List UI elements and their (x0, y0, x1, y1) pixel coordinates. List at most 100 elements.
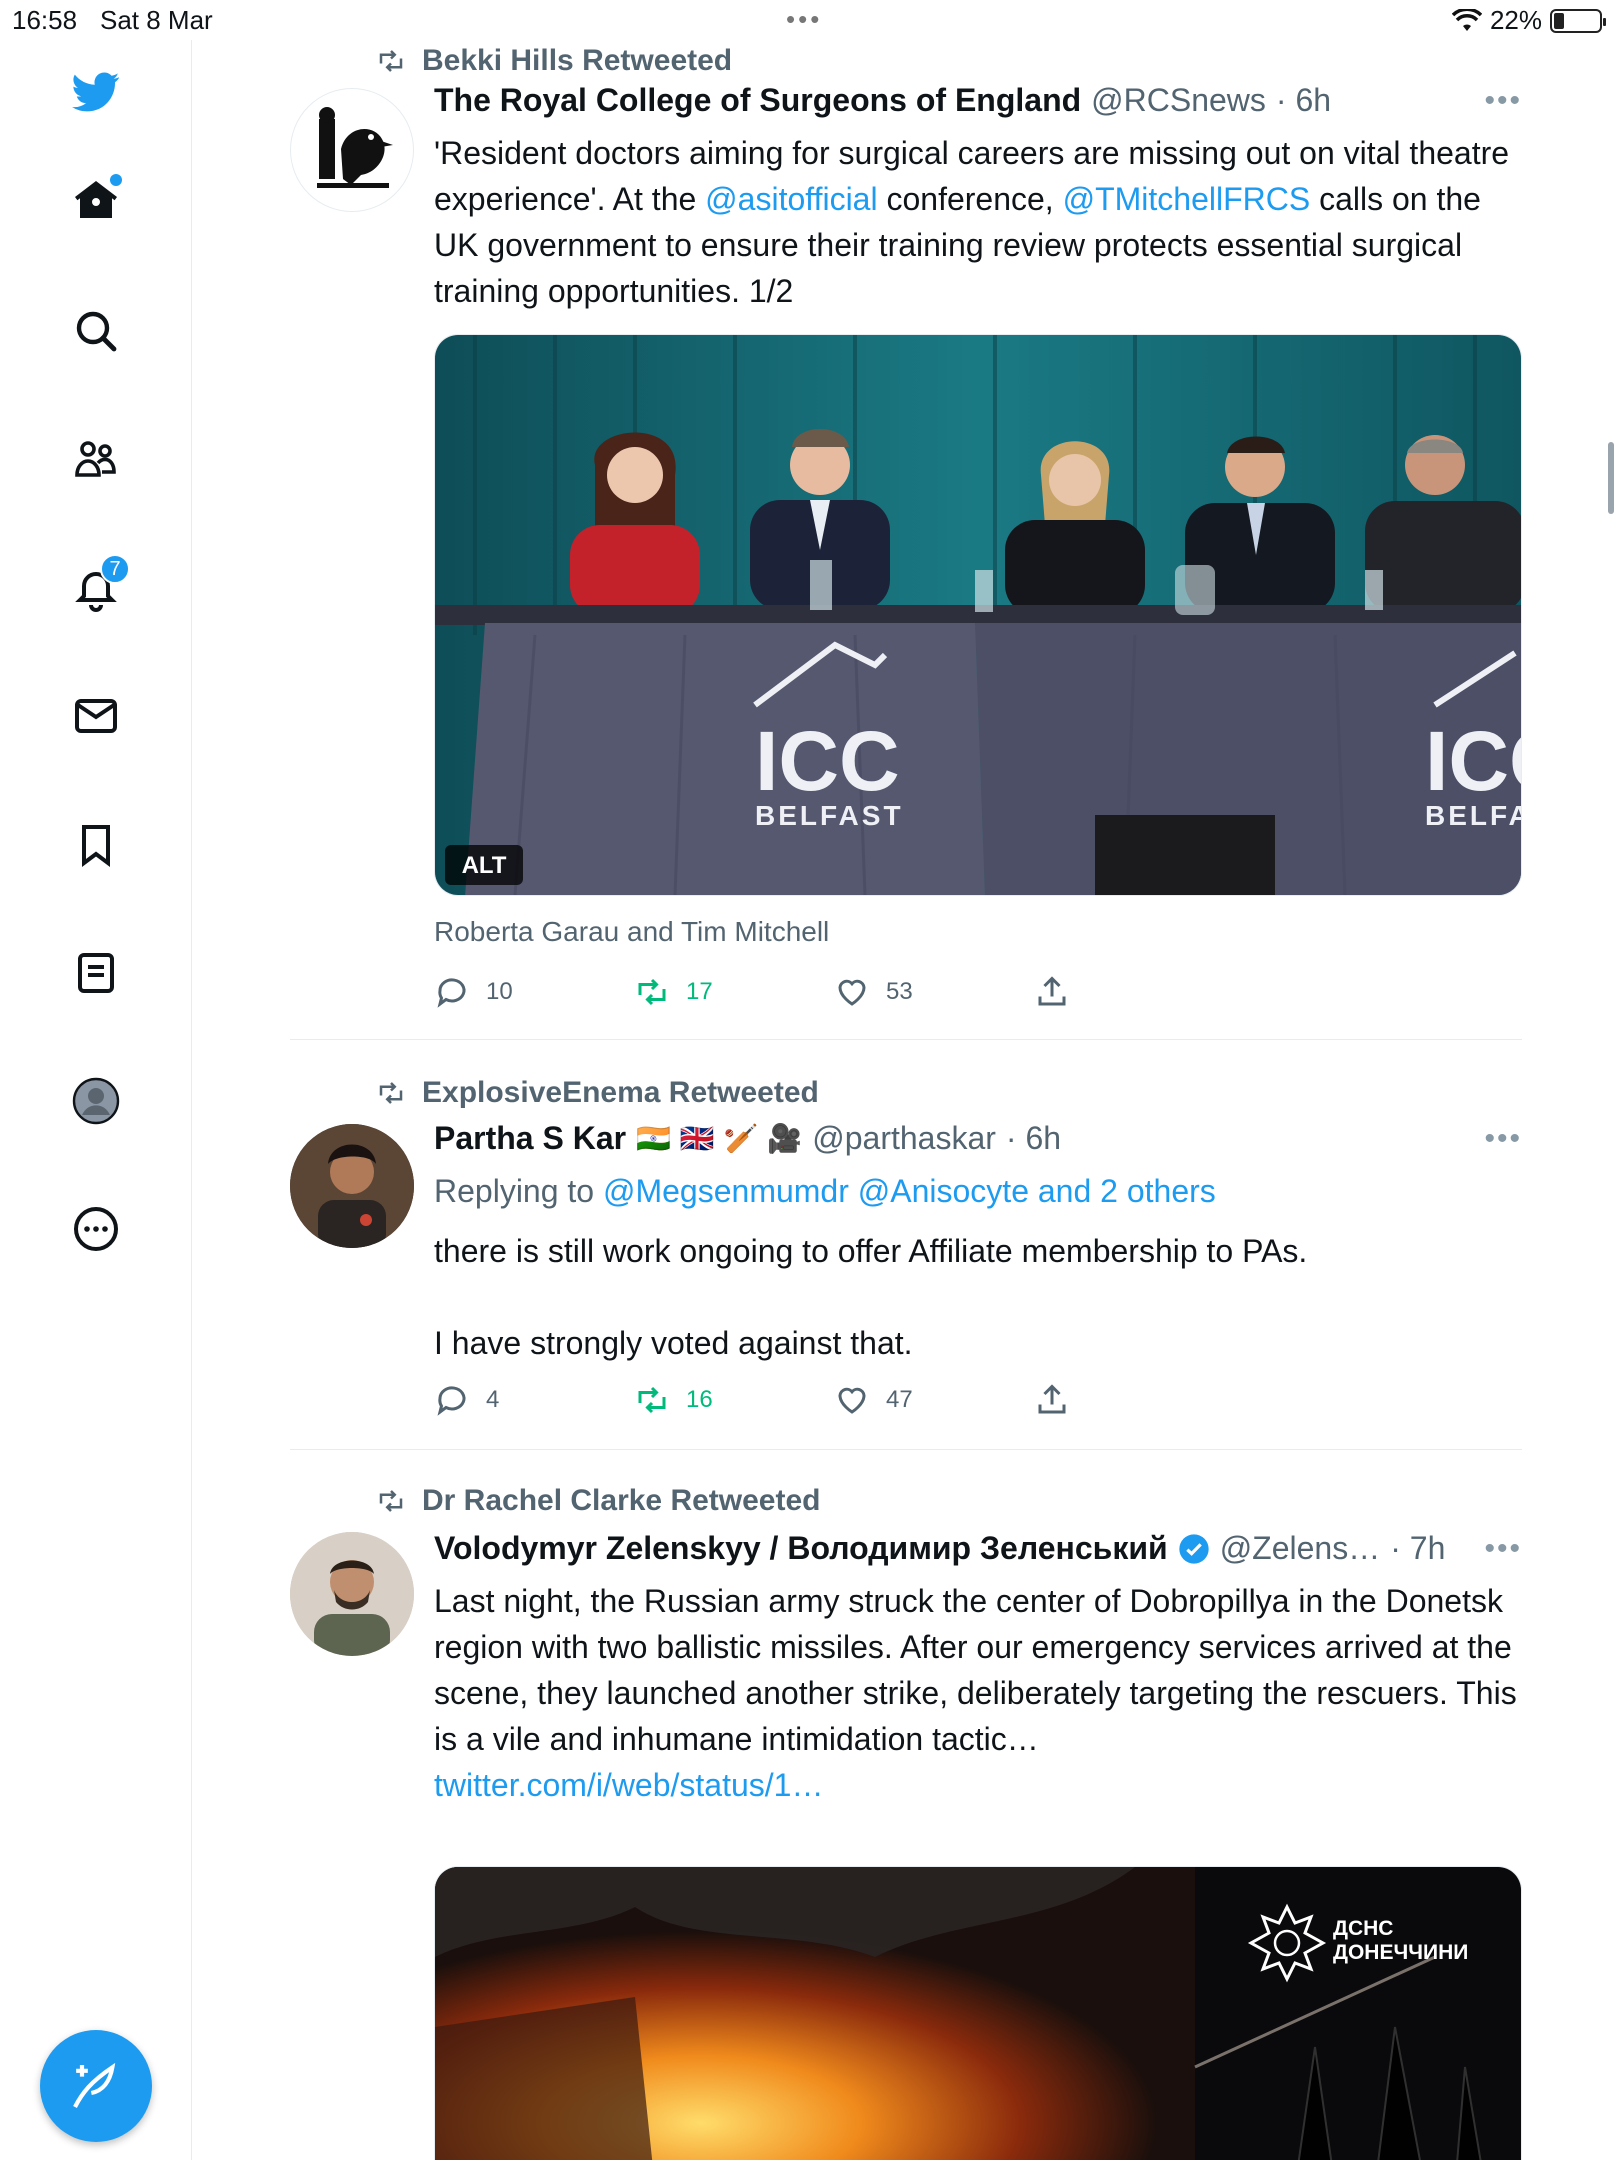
battery-icon (1550, 8, 1606, 33)
retweet-icon (638, 978, 666, 1006)
retweet-count: 17 (686, 978, 713, 1005)
more-options-icon[interactable] (66, 1199, 126, 1259)
tweet-header: The Royal College of Surgeons of England… (434, 82, 1522, 119)
like-count: 47 (886, 1386, 913, 1413)
reply-count: 10 (486, 978, 513, 1005)
share-icon (1038, 976, 1066, 1006)
conference-panel-photo: ICC BELFAST ICC BELFAST ALT (435, 335, 1522, 895)
retweet-icon (638, 1386, 666, 1414)
tweet-parthaskar[interactable]: ExplosiveEnema Retweeted Partha S Kar 🇮🇳… (290, 1040, 1522, 1450)
tweet-time[interactable]: · 6h (1006, 1120, 1061, 1157)
reply-icon (437, 1386, 466, 1416)
notifications-bell-icon[interactable]: 7 (66, 554, 130, 618)
author-name[interactable]: Volodymyr Zelenskyy / Володимир Зеленськ… (434, 1530, 1168, 1567)
retweet-button[interactable]: 16 (634, 1382, 713, 1418)
reply-button[interactable]: 10 (434, 974, 513, 1010)
search-icon[interactable] (66, 301, 126, 361)
author-name-emoji: 🇮🇳 🇬🇧 🏏 🎥 (636, 1122, 803, 1155)
avatar-zelenskyy[interactable] (290, 1532, 414, 1656)
home-new-dot (110, 174, 122, 186)
author-handle[interactable]: @Zelens… (1220, 1530, 1381, 1567)
like-button[interactable]: 53 (834, 974, 913, 1010)
tweet-actions: 10 17 53 (434, 974, 1094, 1014)
rcs-crest-icon (317, 107, 393, 188)
retweet-context: ExplosiveEnema Retweeted (374, 1076, 819, 1110)
share-button[interactable] (1034, 1382, 1070, 1418)
banner-icc-text: ICC (755, 714, 900, 808)
compose-feather-icon (73, 2062, 116, 2108)
mention-link[interactable]: @TMitchellFRCS (1063, 181, 1311, 217)
tweet-link[interactable]: twitter.com/i/web/status/1… (434, 1767, 823, 1803)
tweet-text-line-2: I have strongly voted against that. (434, 1325, 913, 1361)
tweet-more-button[interactable]: ••• (1484, 84, 1522, 118)
tweet-time[interactable]: · 6h (1276, 82, 1331, 119)
replying-to-link[interactable]: @Megsenmumdr @Anisocyte and 2 others (603, 1173, 1216, 1209)
status-date: Sat 8 Mar (100, 5, 213, 35)
heart-icon (838, 979, 866, 1006)
tweet-text: 'Resident doctors aiming for surgical ca… (434, 135, 1510, 309)
messages-envelope-icon[interactable] (66, 686, 126, 746)
author-name[interactable]: The Royal College of Surgeons of England (434, 82, 1081, 119)
share-icon (1038, 1384, 1066, 1414)
retweet-context: Dr Rachel Clarke Retweeted (374, 1484, 821, 1518)
reply-button[interactable]: 4 (434, 1382, 499, 1418)
retweet-icon (379, 1082, 403, 1104)
image-caption[interactable]: Roberta Garau and Tim Mitchell (434, 916, 829, 948)
tweet-time[interactable]: · 7h (1390, 1530, 1445, 1567)
like-count: 53 (886, 978, 913, 1005)
sidebar: 7 (0, 40, 192, 2160)
banner-belfast-text-2: BELFAST (1425, 800, 1522, 831)
bookmarks-icon[interactable] (66, 815, 126, 875)
tweet-text: Last night, the Russian army struck the … (434, 1583, 1517, 1803)
banner-icc-text-2: ICC (1425, 714, 1522, 808)
tweet-more-button[interactable]: ••• (1484, 1122, 1522, 1156)
heart-icon (838, 1387, 866, 1414)
compose-tweet-button[interactable] (40, 2030, 152, 2142)
tweet-image-fire[interactable]: ДСНС ДОНЕЧЧИНИ (434, 1866, 1522, 2160)
status-time: 16:58 (12, 5, 78, 35)
tweet-header: Volodymyr Zelenskyy / Володимир Зеленськ… (434, 1530, 1462, 1567)
avatar-parthaskar[interactable] (290, 1124, 414, 1248)
verified-badge-icon (1179, 1533, 1209, 1564)
replying-to-line: Replying to @Megsenmumdr @Anisocyte and … (434, 1168, 1524, 1214)
tweet-text-line-1: there is still work ongoing to offer Aff… (434, 1233, 1308, 1269)
status-bar: 16:58 Sat 8 Mar ••• 22% (0, 0, 1620, 40)
banner-belfast-text: BELFAST (755, 800, 904, 831)
author-name[interactable]: Partha S Kar (434, 1120, 626, 1157)
burning-building-photo: ДСНС ДОНЕЧЧИНИ (435, 1867, 1521, 2160)
status-right: 22% (1451, 5, 1606, 36)
profile-avatar-icon[interactable] (66, 1071, 126, 1131)
like-button[interactable]: 47 (834, 1382, 913, 1418)
mention-link[interactable]: @asitofficial (705, 181, 877, 217)
alt-badge[interactable]: ALT (462, 852, 507, 879)
scroll-indicator[interactable] (1608, 442, 1614, 514)
tweet-zelenskyy[interactable]: Dr Rachel Clarke Retweeted Volodymyr Zel… (290, 1450, 1522, 2160)
reply-icon (437, 978, 466, 1008)
retweeted-by-label[interactable]: Bekki Hills Retweeted (422, 44, 732, 78)
multitasking-dots[interactable]: ••• (786, 4, 822, 35)
battery-percent: 22% (1489, 5, 1542, 35)
tweet-more-button[interactable]: ••• (1484, 1532, 1522, 1566)
lists-icon[interactable] (66, 943, 126, 1003)
partha-avatar-photo (290, 1124, 414, 1248)
retweet-icon (379, 1490, 403, 1512)
retweet-button[interactable]: 17 (634, 974, 713, 1010)
retweet-count: 16 (686, 1386, 713, 1413)
watermark-line-1: ДСНС (1333, 1917, 1393, 1940)
twitter-logo-icon[interactable] (66, 62, 126, 122)
author-handle[interactable]: @RCSnews (1091, 82, 1266, 119)
tweet-header: Partha S Kar 🇮🇳 🇬🇧 🏏 🎥 @parthaskar · 6h (434, 1120, 1522, 1157)
tweet-rcs[interactable]: Bekki Hills Retweeted The Royal College … (290, 40, 1522, 1040)
communities-icon[interactable] (66, 429, 126, 489)
timeline-feed: Bekki Hills Retweeted The Royal College … (290, 40, 1522, 2160)
zelenskyy-avatar-photo (290, 1532, 414, 1656)
tweet-image-panel[interactable]: ICC BELFAST ICC BELFAST ALT (434, 334, 1522, 896)
home-icon[interactable] (66, 170, 126, 230)
retweet-context: Bekki Hills Retweeted (374, 44, 732, 78)
retweeted-by-label[interactable]: Dr Rachel Clarke Retweeted (422, 1484, 821, 1518)
avatar-rcs[interactable] (290, 88, 414, 212)
share-button[interactable] (1034, 974, 1070, 1010)
retweeted-by-label[interactable]: ExplosiveEnema Retweeted (422, 1076, 819, 1110)
notifications-badge: 7 (100, 554, 130, 584)
author-handle[interactable]: @parthaskar (812, 1120, 996, 1157)
